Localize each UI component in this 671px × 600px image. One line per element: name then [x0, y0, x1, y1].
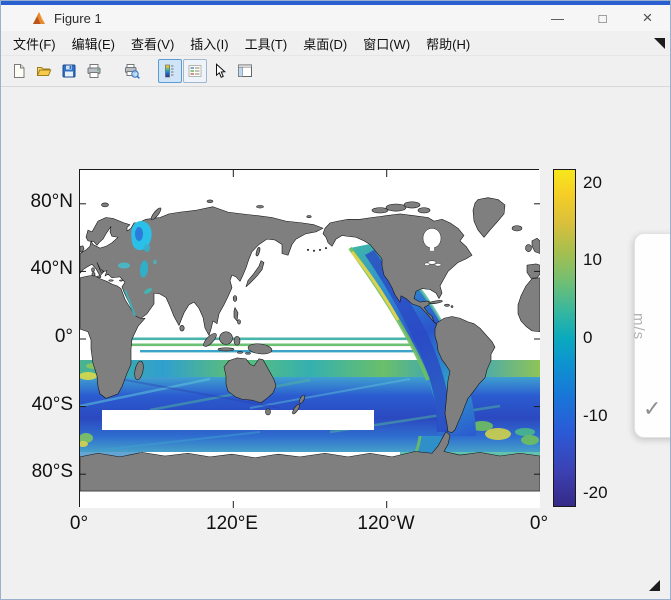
xtick-120W: 120°W: [341, 513, 431, 535]
colorbar-tick-n20: -20: [583, 483, 629, 503]
print-figure-button[interactable]: [82, 59, 106, 83]
colorbar-tick-20: 20: [583, 173, 629, 193]
colorbar-tick-0: 0: [583, 328, 629, 348]
black-sea-patch: [118, 263, 130, 269]
menu-insert[interactable]: 插入(I): [182, 31, 236, 56]
printer-icon: [86, 63, 102, 79]
show-plot-tools-button[interactable]: [233, 59, 257, 83]
titlebar: Figure 1 — □ ×: [1, 5, 670, 31]
cursor-arrow-icon: [212, 63, 228, 79]
insert-legend-button[interactable]: [183, 59, 207, 83]
print-preview-button[interactable]: [120, 59, 144, 83]
ytick-80N: 80°N: [1, 191, 73, 213]
ytick-80S: 80°S: [1, 461, 73, 483]
aral-sea-patch: [153, 260, 157, 265]
xtick-0E: 0°: [34, 513, 124, 535]
plot-tools-panel-icon: [237, 63, 253, 79]
colorbar-units-label: m/s: [630, 313, 647, 340]
ytick-40N: 40°N: [1, 258, 73, 280]
window-controls: — □ ×: [535, 5, 670, 31]
world-map: [80, 170, 540, 508]
colorbar-tick-n10: -10: [583, 406, 629, 426]
overlay-handle-top-icon[interactable]: [654, 38, 665, 49]
open-folder-icon: [36, 63, 52, 79]
check-icon[interactable]: ✓: [643, 396, 661, 422]
colorbar-icon: [162, 63, 178, 79]
menu-edit[interactable]: 编辑(E): [64, 31, 123, 56]
map-axes: [79, 169, 539, 507]
minimize-button[interactable]: —: [535, 5, 580, 31]
menubar: 文件(F) 编辑(E) 查看(V) 插入(I) 工具(T) 桌面(D) 窗口(W…: [1, 31, 670, 56]
edit-plot-button[interactable]: [208, 59, 232, 83]
xtick-0W: 0°: [494, 513, 584, 535]
menu-help[interactable]: 帮助(H): [418, 31, 478, 56]
xtick-120E: 120°E: [187, 513, 277, 535]
new-figure-button[interactable]: [7, 59, 31, 83]
insert-colorbar-button[interactable]: [158, 59, 182, 83]
menu-view[interactable]: 查看(V): [123, 31, 182, 56]
menu-desktop[interactable]: 桌面(D): [295, 31, 355, 56]
ytick-40S: 40°S: [1, 394, 73, 416]
open-file-button[interactable]: [32, 59, 56, 83]
legend-icon: [187, 63, 203, 79]
matlab-logo-icon: [31, 10, 47, 26]
menu-tools[interactable]: 工具(T): [237, 31, 296, 56]
window-title: Figure 1: [54, 11, 102, 26]
overlay-handle-bottom-icon[interactable]: [649, 580, 660, 591]
print-preview-icon: [124, 63, 140, 79]
save-floppy-icon: [61, 63, 77, 79]
maximize-button[interactable]: □: [580, 5, 625, 31]
ytick-0: 0°: [1, 326, 73, 348]
menu-file[interactable]: 文件(F): [5, 31, 64, 56]
menu-window[interactable]: 窗口(W): [355, 31, 418, 56]
save-figure-button[interactable]: [57, 59, 81, 83]
matlab-figure-window: Figure 1 — □ × 文件(F) 编辑(E) 查看(V) 插入(I) 工…: [0, 0, 671, 600]
figure-toolbar: [1, 56, 670, 87]
colorbar: [553, 169, 576, 507]
colorbar-tick-10: 10: [583, 250, 629, 270]
new-document-icon: [11, 63, 27, 79]
close-button[interactable]: ×: [625, 5, 670, 31]
